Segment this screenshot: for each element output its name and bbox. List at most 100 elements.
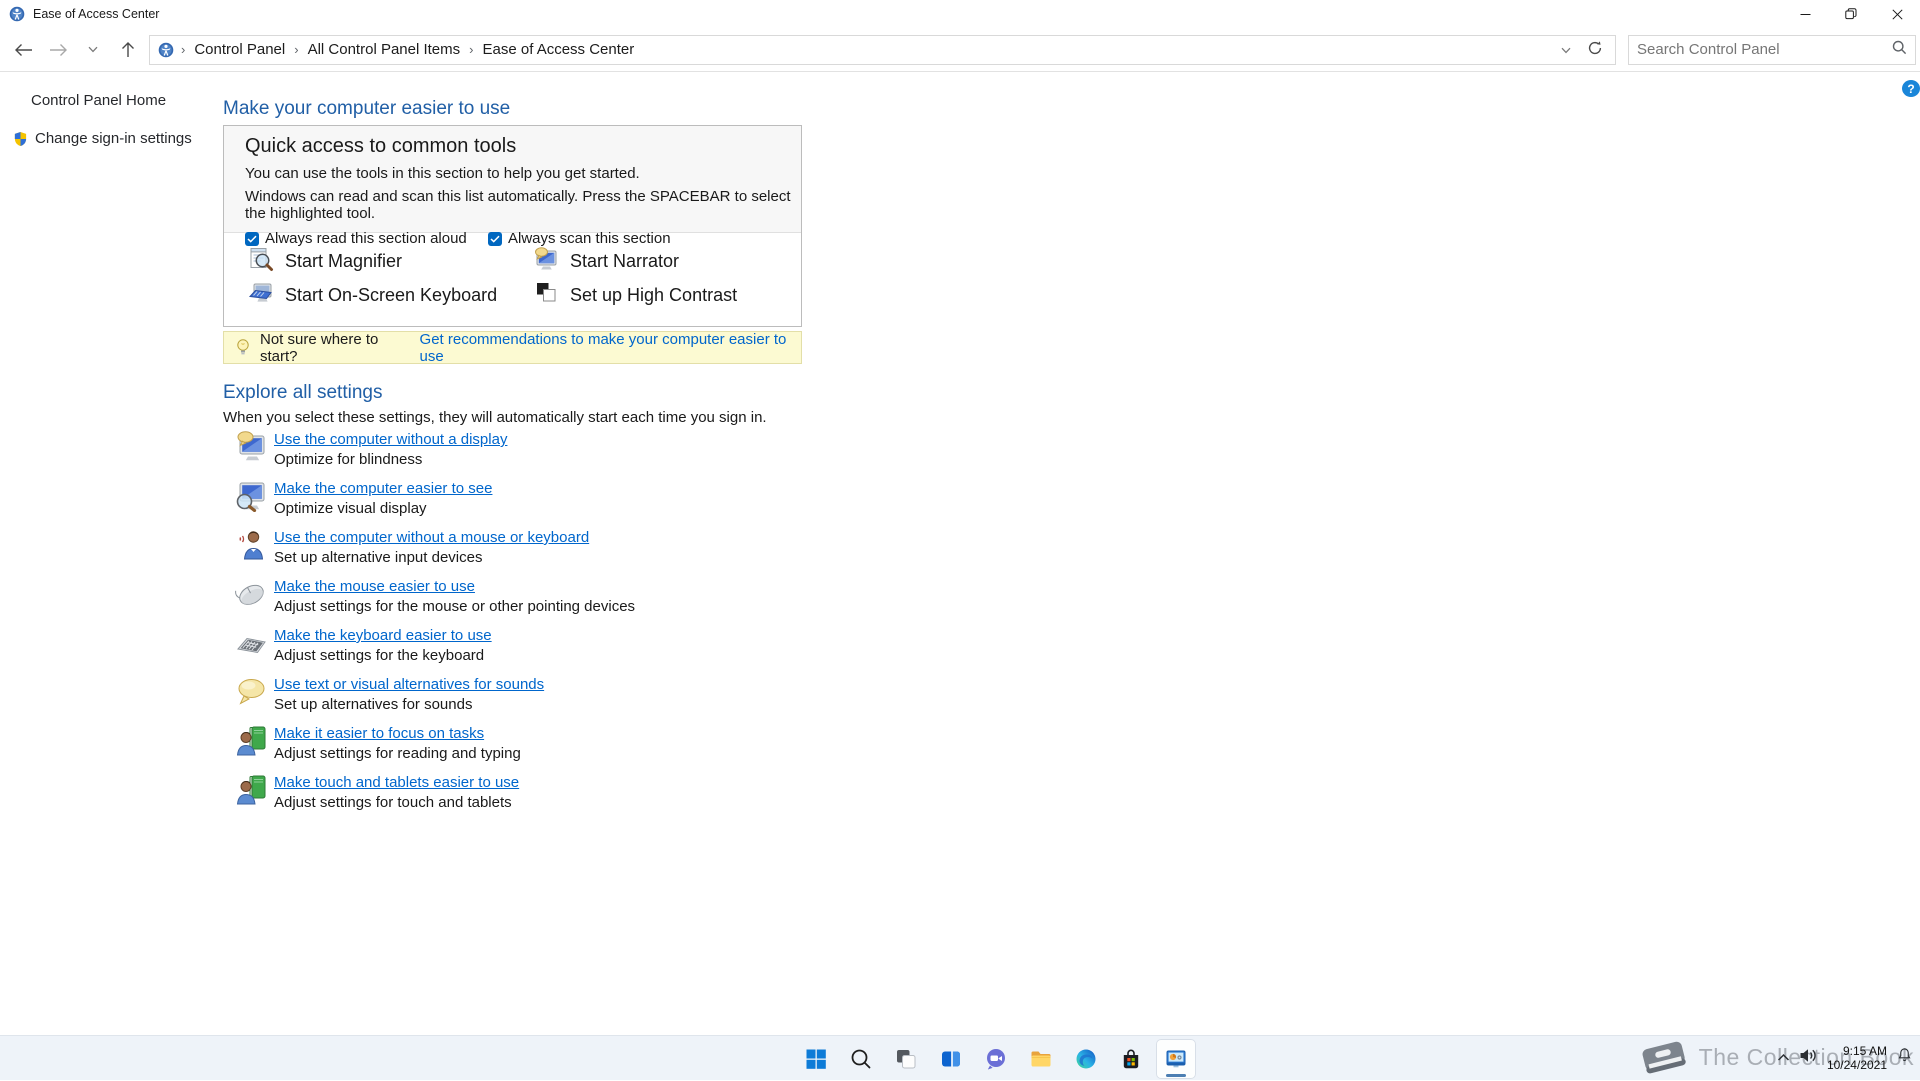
setting-subtitle: Adjust settings for the keyboard <box>274 647 484 664</box>
taskbar-icons <box>796 1036 1196 1081</box>
breadcrumb-control-panel[interactable]: Control Panel <box>190 39 289 60</box>
clock-time: 9:15 AM <box>1827 1044 1887 1058</box>
recent-pages-chevron-icon[interactable] <box>82 37 104 63</box>
search-box[interactable] <box>1628 35 1916 65</box>
setting-subtitle: Adjust settings for reading and typing <box>274 745 521 762</box>
high-contrast-icon <box>533 280 559 311</box>
quick-access-line1: You can use the tools in this section to… <box>245 165 801 182</box>
list-item-touch-tablets: Make touch and tablets easier to use Adj… <box>223 773 863 822</box>
notice-text: Not sure where to start? <box>260 331 415 365</box>
setting-link[interactable]: Make it easier to focus on tasks <box>274 725 484 742</box>
search-icon[interactable] <box>1892 40 1907 60</box>
monitor-magnifier-icon <box>235 479 268 512</box>
setting-subtitle: Adjust settings for touch and tablets <box>274 794 512 811</box>
breadcrumb-all-items[interactable]: All Control Panel Items <box>304 39 465 60</box>
list-item-keyboard: Make the keyboard easier to use Adjust s… <box>223 626 863 675</box>
up-icon[interactable] <box>117 37 139 63</box>
speech-bubble-icon <box>235 675 268 708</box>
taskbar: The Collection Book <box>0 1035 1920 1080</box>
window-title: Ease of Access Center <box>33 7 159 21</box>
uac-shield-icon <box>13 131 28 147</box>
sidebar-item-change-signin-settings[interactable]: Change sign-in settings <box>13 130 220 147</box>
setting-link[interactable]: Use the computer without a mouse or keyb… <box>274 529 589 546</box>
forward-icon[interactable] <box>47 37 69 63</box>
keyboard-icon <box>235 626 268 659</box>
setting-link[interactable]: Use text or visual alternatives for soun… <box>274 676 544 693</box>
back-icon[interactable] <box>12 37 34 63</box>
list-item-no-display: Use the computer without a display Optim… <box>223 430 863 479</box>
setting-subtitle: Optimize visual display <box>274 500 427 517</box>
search-input[interactable] <box>1637 41 1892 58</box>
ease-of-access-app-icon <box>9 6 25 22</box>
minimize-button[interactable] <box>1782 0 1828 28</box>
navigation-bar: › Control Panel › All Control Panel Item… <box>0 28 1920 72</box>
setting-link[interactable]: Make the computer easier to see <box>274 480 492 497</box>
quick-access-section: Quick access to common tools You can use… <box>223 125 802 327</box>
restore-button[interactable] <box>1828 0 1874 28</box>
tray-chevron-up-icon[interactable] <box>1777 1049 1790 1067</box>
keyboard-monitor-icon <box>248 280 274 311</box>
page-title: Make your computer easier to use <box>223 98 510 120</box>
magnifier-page-icon <box>248 246 274 277</box>
chat-icon[interactable] <box>976 1039 1016 1079</box>
window-body: ? Control Panel Home Change sign-in sett… <box>0 72 1920 1035</box>
sidebar: Control Panel Home Change sign-in settin… <box>0 72 220 168</box>
high-contrast-button[interactable]: Set up High Contrast <box>533 280 737 310</box>
edge-icon[interactable] <box>1066 1039 1106 1079</box>
list-item-easier-to-see: Make the computer easier to see Optimize… <box>223 479 863 528</box>
store-icon[interactable] <box>1111 1039 1151 1079</box>
list-item-sound-alternatives: Use text or visual alternatives for soun… <box>223 675 863 724</box>
taskbar-clock[interactable]: 9:15 AM 10/24/2021 <box>1827 1044 1887 1072</box>
active-app-indicator <box>1166 1074 1186 1077</box>
setting-link[interactable]: Make the mouse easier to use <box>274 578 475 595</box>
explore-settings-list: Use the computer without a display Optim… <box>223 430 863 822</box>
quick-access-line2: Windows can read and scan this list auto… <box>245 188 801 222</box>
quick-access-title: Quick access to common tools <box>245 135 801 158</box>
start-onscreen-keyboard-button[interactable]: Start On-Screen Keyboard <box>248 280 497 310</box>
lightbulb-icon <box>236 338 250 358</box>
recommendations-notice: Not sure where to start? Get recommendat… <box>223 331 802 364</box>
book-icon <box>1637 1037 1693 1079</box>
close-button[interactable] <box>1874 0 1920 28</box>
widgets-icon[interactable] <box>931 1039 971 1079</box>
clock-date: 10/24/2021 <box>1827 1058 1887 1072</box>
mouse-icon <box>235 577 268 610</box>
start-button[interactable] <box>796 1039 836 1079</box>
breadcrumb-separator: › <box>464 42 478 57</box>
explore-title: Explore all settings <box>223 382 382 404</box>
setting-link[interactable]: Make touch and tablets easier to use <box>274 774 519 791</box>
setting-subtitle: Optimize for blindness <box>274 451 422 468</box>
get-recommendations-link[interactable]: Get recommendations to make your compute… <box>420 331 801 365</box>
sidebar-item-control-panel-home[interactable]: Control Panel Home <box>31 92 220 109</box>
notification-bell-icon[interactable] <box>1896 1046 1913 1069</box>
explore-subtitle: When you select these settings, they wil… <box>223 409 767 426</box>
file-explorer-icon[interactable] <box>1021 1039 1061 1079</box>
address-dropdown-icon[interactable] <box>1561 41 1571 58</box>
person-speaking-icon <box>235 528 268 561</box>
setting-link[interactable]: Make the keyboard easier to use <box>274 627 492 644</box>
list-item-no-mouse-keyboard: Use the computer without a mouse or keyb… <box>223 528 863 577</box>
breadcrumb-ease-of-access[interactable]: Ease of Access Center <box>479 39 639 60</box>
volume-icon[interactable] <box>1799 1047 1818 1069</box>
system-tray: 9:15 AM 10/24/2021 <box>1777 1035 1920 1080</box>
breadcrumb-separator: › <box>176 42 190 57</box>
ease-of-access-taskbar-icon[interactable] <box>1156 1039 1196 1079</box>
list-item-focus-tasks: Make it easier to focus on tasks Adjust … <box>223 724 863 773</box>
address-bar[interactable]: › Control Panel › All Control Panel Item… <box>149 35 1616 65</box>
main-content: Make your computer easier to use Quick a… <box>223 72 1920 1035</box>
start-narrator-button[interactable]: Start Narrator <box>533 246 679 276</box>
taskbar-search-icon[interactable] <box>841 1039 881 1079</box>
list-item-mouse: Make the mouse easier to use Adjust sett… <box>223 577 863 626</box>
person-book-icon <box>235 724 268 757</box>
refresh-icon[interactable] <box>1587 40 1603 60</box>
start-magnifier-button[interactable]: Start Magnifier <box>248 246 402 276</box>
setting-link[interactable]: Use the computer without a display <box>274 431 507 448</box>
breadcrumb-app-icon <box>158 42 174 58</box>
setting-subtitle: Set up alternatives for sounds <box>274 696 472 713</box>
title-bar: Ease of Access Center <box>0 0 1920 28</box>
setting-subtitle: Set up alternative input devices <box>274 549 482 566</box>
task-view-icon[interactable] <box>886 1039 926 1079</box>
person-book-icon <box>235 773 268 806</box>
monitor-speech-icon <box>235 430 268 463</box>
ease-of-access-window: Ease of Access Center <box>0 0 1920 1080</box>
